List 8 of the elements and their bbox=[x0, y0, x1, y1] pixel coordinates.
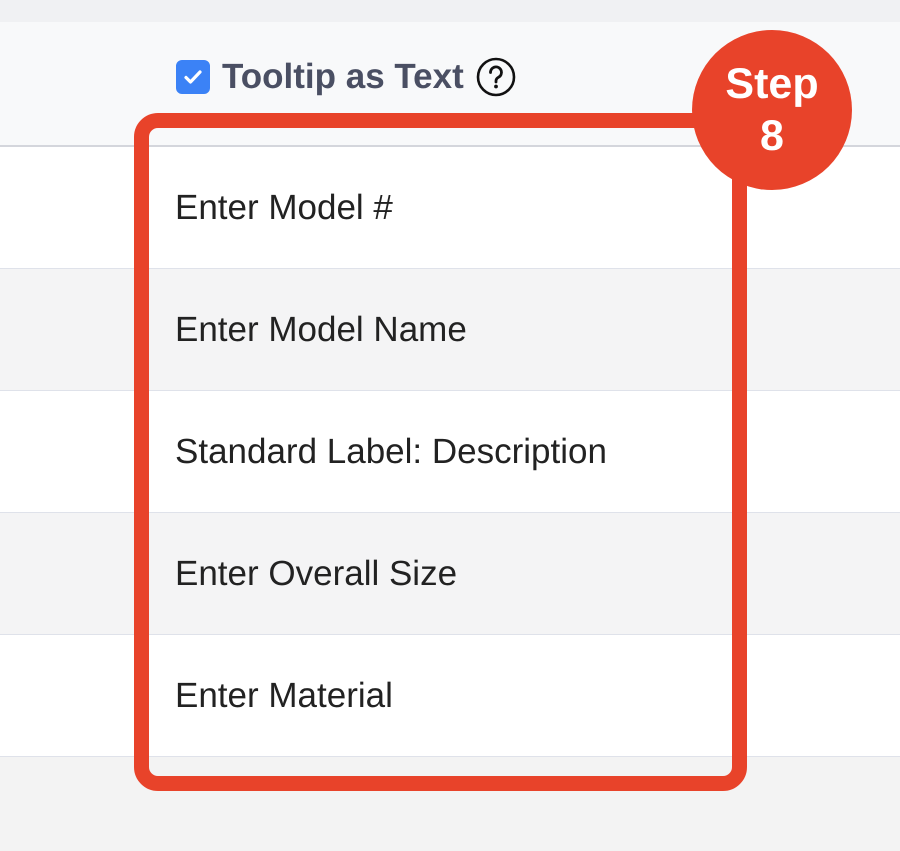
table-cell: Enter Overall Size bbox=[175, 554, 458, 594]
table-cell: Enter Model # bbox=[175, 188, 393, 228]
table-cell: Standard Label: Description bbox=[175, 432, 607, 472]
table-cell: Enter Material bbox=[175, 676, 393, 716]
checkbox-label: Tooltip as Text bbox=[222, 56, 464, 96]
help-icon[interactable] bbox=[476, 56, 516, 96]
checkbox[interactable] bbox=[176, 60, 210, 94]
table-cell: Enter Model Name bbox=[175, 310, 467, 350]
